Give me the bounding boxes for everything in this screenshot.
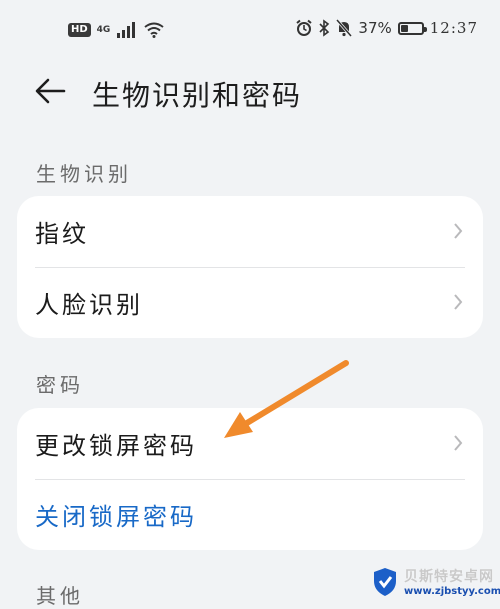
network-type: 4G	[96, 24, 111, 35]
bluetooth-icon	[319, 19, 330, 37]
signal-icon	[117, 22, 136, 38]
disable-lock-password-item[interactable]: 关闭锁屏密码	[17, 479, 483, 550]
section-label-password: 密码	[36, 373, 84, 397]
watermark: 贝斯特安卓网 www.zjbstyy.com	[372, 566, 500, 597]
watermark-name: 贝斯特安卓网	[404, 569, 494, 585]
change-lock-password-label: 更改锁屏密码	[35, 432, 197, 460]
fingerprint-label: 指纹	[35, 220, 89, 248]
fingerprint-item[interactable]: 指纹	[17, 196, 483, 267]
shield-logo-icon	[374, 567, 396, 596]
change-lock-password-item[interactable]: 更改锁屏密码	[17, 408, 483, 479]
mute-bell-icon	[336, 19, 353, 37]
hd-badge: HD	[68, 23, 91, 37]
section-label-other: 其他	[36, 584, 84, 608]
status-right: 37% 12:37	[295, 19, 478, 37]
page-title: 生物识别和密码	[92, 79, 303, 112]
clock: 12:37	[429, 19, 478, 37]
status-bar: HD 4G 37% 12:37	[0, 0, 500, 62]
watermark-url: www.zjbstyy.com	[404, 586, 500, 597]
wifi-icon	[144, 22, 164, 38]
biometrics-card: 指纹 人脸识别	[17, 196, 483, 338]
face-recognition-item[interactable]: 人脸识别	[17, 267, 483, 338]
disable-lock-password-label: 关闭锁屏密码	[35, 503, 197, 531]
face-recognition-label: 人脸识别	[35, 291, 143, 319]
status-left: HD 4G	[68, 22, 164, 38]
chevron-right-icon	[454, 435, 463, 451]
battery-percent: 37%	[358, 19, 392, 37]
chevron-right-icon	[454, 223, 463, 239]
alarm-icon	[296, 19, 313, 36]
password-card: 更改锁屏密码 关闭锁屏密码	[17, 408, 483, 550]
section-label-biometrics: 生物识别	[36, 162, 132, 186]
chevron-right-icon	[454, 294, 463, 310]
back-arrow-icon[interactable]	[34, 74, 68, 108]
battery-icon	[397, 21, 427, 35]
